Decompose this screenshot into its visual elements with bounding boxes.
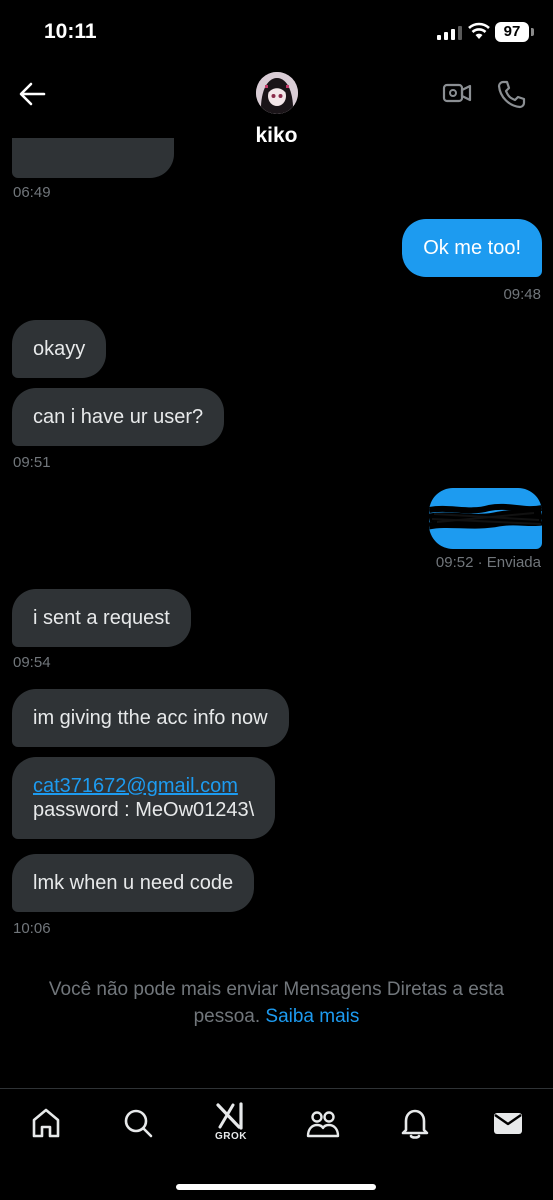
message-text: Ok me too! (423, 237, 521, 259)
status-bar: 10:11 97 (0, 0, 553, 60)
notifications-icon[interactable] (397, 1105, 433, 1141)
message-timestamp: 09:51 (13, 454, 51, 471)
phone-call-icon[interactable] (495, 78, 527, 110)
grok-label: GROK (215, 1131, 247, 1142)
message-bubble-outgoing-redacted[interactable] (429, 488, 542, 549)
search-icon[interactable] (120, 1105, 156, 1141)
video-call-icon[interactable] (441, 78, 473, 108)
email-link[interactable]: cat371672@gmail.com (33, 775, 238, 797)
message-bubble-incoming[interactable] (12, 138, 174, 178)
message-text: i sent a request (33, 607, 170, 629)
message-timestamp: 09:54 (13, 654, 51, 671)
message-timestamp: 09:52 · Enviada (435, 554, 541, 571)
message-text: im giving tthe acc info now (33, 707, 268, 729)
communities-icon[interactable] (305, 1105, 341, 1141)
messages-icon[interactable] (490, 1105, 526, 1141)
message-bubble-incoming[interactable]: can i have ur user? (12, 388, 225, 446)
message-bubble-incoming[interactable]: lmk when u need code (12, 854, 255, 912)
message-text: lmk when u need code (33, 872, 234, 894)
message-bubble-incoming[interactable]: okayy (12, 320, 107, 378)
message-bubble-outgoing[interactable]: Ok me too! (402, 219, 542, 277)
message-bubble-incoming[interactable]: im giving tthe acc info now (12, 689, 289, 747)
message-text: okayy (33, 338, 86, 360)
message-timestamp: 09:48 (503, 286, 541, 303)
cannot-message-notice: Você não pode mais enviar Mensagens Dire… (0, 976, 553, 1030)
message-text: password : MeOw01243\ (33, 799, 255, 821)
battery-indicator: 97 (495, 22, 534, 42)
redaction-scribble (429, 503, 542, 530)
cellular-signal-icon (437, 26, 462, 40)
home-indicator[interactable] (176, 1184, 376, 1190)
message-bubble-incoming[interactable]: i sent a request (12, 589, 191, 647)
wifi-icon (468, 22, 490, 39)
back-arrow-icon[interactable] (14, 78, 52, 110)
home-icon[interactable] (28, 1105, 64, 1141)
message-timestamp: 10:06 (13, 920, 51, 937)
message-timestamp: 06:49 (13, 184, 51, 201)
learn-more-link[interactable]: Saiba mais (265, 1006, 359, 1027)
grok-icon (216, 1102, 243, 1130)
bottom-nav: GROK (0, 1088, 553, 1200)
grok-button[interactable]: GROK (213, 1101, 249, 1142)
status-time: 10:11 (44, 20, 97, 43)
avatar[interactable] (256, 72, 298, 114)
message-bubble-incoming[interactable]: cat371672@gmail.com password : MeOw01243… (12, 757, 276, 839)
message-text: can i have ur user? (33, 406, 204, 428)
